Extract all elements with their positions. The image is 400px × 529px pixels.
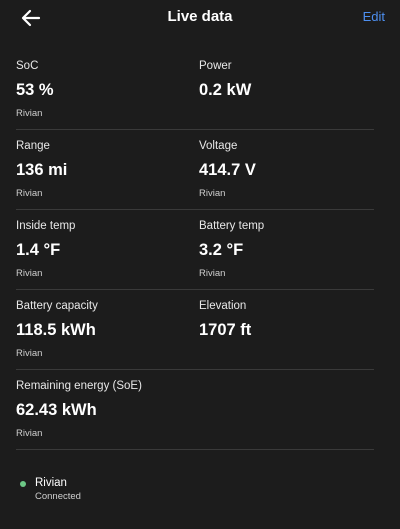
metric-label: Battery capacity xyxy=(16,300,98,312)
status-dot-icon xyxy=(20,481,26,487)
metric-source xyxy=(199,348,374,360)
metric-source xyxy=(199,108,374,120)
metric-inside-temp: Inside temp 1.4 °F Rivian xyxy=(16,218,191,280)
metric-value: 53 % xyxy=(16,81,54,99)
data-row: Inside temp 1.4 °F Rivian Battery temp 3… xyxy=(16,210,374,290)
metric-source: Rivian xyxy=(199,188,226,199)
metric-voltage: Voltage 414.7 V Rivian xyxy=(199,138,374,200)
metric-value: 136 mi xyxy=(16,161,68,179)
page-title: Live data xyxy=(167,8,233,25)
metric-label: Battery temp xyxy=(199,220,265,232)
data-row: Range 136 mi Rivian Voltage 414.7 V Rivi… xyxy=(16,130,374,210)
metric-source: Rivian xyxy=(16,108,43,119)
metric-source: Rivian xyxy=(16,188,43,199)
metric-power: Power 0.2 kW xyxy=(199,58,374,120)
metric-label: Power xyxy=(199,60,232,72)
metric-elevation: Elevation 1707 ft xyxy=(199,298,374,360)
device-status: Connected xyxy=(35,491,81,502)
metric-value: 414.7 V xyxy=(199,161,256,179)
metric-value: 62.43 kWh xyxy=(16,401,97,419)
top-bar: Live data Edit xyxy=(0,0,400,36)
metric-battery-capacity: Battery capacity 118.5 kWh Rivian xyxy=(16,298,191,360)
metric-source: Rivian xyxy=(16,348,43,359)
metric-label: SoC xyxy=(16,60,39,72)
data-row: Battery capacity 118.5 kWh Rivian Elevat… xyxy=(16,290,374,370)
metric-label: Elevation xyxy=(199,300,247,312)
metric-source: Rivian xyxy=(199,268,226,279)
metric-label: Inside temp xyxy=(16,220,76,232)
metric-value: 1.4 °F xyxy=(16,241,61,259)
metric-value: 3.2 °F xyxy=(199,241,244,259)
metric-label: Range xyxy=(16,140,50,152)
data-row: SoC 53 % Rivian Power 0.2 kW xyxy=(16,50,374,130)
data-row: Remaining energy (SoE) 62.43 kWh Rivian xyxy=(16,370,374,450)
metric-soc: SoC 53 % Rivian xyxy=(16,58,191,120)
live-data-grid: SoC 53 % Rivian Power 0.2 kW Range 136 m… xyxy=(16,50,374,450)
metric-range: Range 136 mi Rivian xyxy=(16,138,191,200)
metric-source: Rivian xyxy=(16,268,43,279)
edit-button[interactable]: Edit xyxy=(363,9,385,24)
metric-value: 0.2 kW xyxy=(199,81,252,99)
device-name: Rivian xyxy=(35,477,67,489)
metric-source: Rivian xyxy=(16,428,43,439)
metric-battery-temp: Battery temp 3.2 °F Rivian xyxy=(199,218,374,280)
metric-remaining-energy: Remaining energy (SoE) 62.43 kWh Rivian xyxy=(16,378,316,440)
connected-device: Rivian Connected xyxy=(20,476,320,506)
metric-label: Voltage xyxy=(199,140,238,152)
metric-value: 1707 ft xyxy=(199,321,252,339)
metric-value: 118.5 kWh xyxy=(16,321,96,339)
metric-label: Remaining energy (SoE) xyxy=(16,380,142,392)
